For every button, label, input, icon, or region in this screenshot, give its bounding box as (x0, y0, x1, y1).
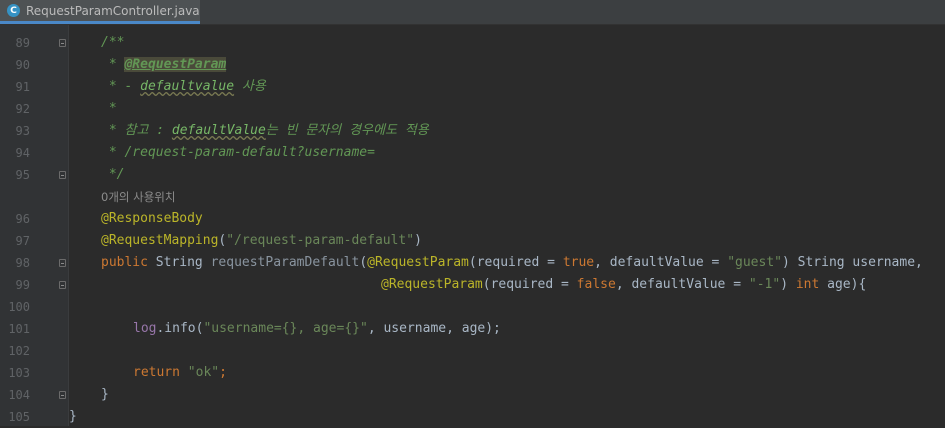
code-line-89[interactable]: /** (101, 32, 124, 54)
tab-label: RequestParamController.java (26, 3, 200, 18)
code-line-90[interactable]: * @RequestParam (101, 54, 227, 76)
code-line-96[interactable]: @ResponseBody (101, 208, 203, 230)
code-line-99[interactable]: @RequestParam(required = false, defaultV… (381, 274, 866, 296)
line-number: 98 (15, 256, 30, 270)
code-line-98[interactable]: public String requestParamDefault(@Reque… (101, 252, 923, 274)
fold-marker-icon[interactable] (59, 259, 66, 267)
tab-request-param-controller[interactable]: C RequestParamController.java (0, 0, 200, 24)
line-number: 99 (15, 278, 30, 292)
line-number: 105 (8, 410, 30, 424)
fold-marker-icon[interactable] (59, 39, 66, 47)
line-number: 90 (15, 58, 30, 72)
code-line-93[interactable]: * 참고 : defaultValue는 빈 문자의 경우에도 적용 (101, 120, 429, 142)
line-number: 97 (15, 234, 30, 248)
code-line-91[interactable]: * - defaultvalue 사용 (101, 76, 266, 98)
code-line-101[interactable]: log.info("username={}, age={}", username… (133, 318, 501, 340)
class-icon: C (7, 4, 20, 17)
line-number: 95 (15, 168, 30, 182)
code-line-104[interactable]: } (101, 384, 109, 406)
code-line-95[interactable]: */ (101, 164, 125, 186)
line-number: 94 (15, 146, 30, 160)
code-line-105[interactable]: } (69, 406, 77, 428)
line-number: 100 (8, 300, 30, 314)
line-number: 103 (8, 366, 30, 380)
line-number: 93 (15, 124, 30, 138)
code-line-94[interactable]: * /request-param-default?username= (101, 142, 375, 164)
line-number: 92 (15, 102, 30, 116)
fold-marker-icon[interactable] (59, 281, 66, 289)
code-line-103[interactable]: return "ok"; (133, 362, 227, 384)
fold-marker-icon[interactable] (59, 391, 66, 399)
gutter-separator (68, 25, 69, 426)
javadoc-tag: @RequestParam (124, 57, 227, 72)
usage-count-hint[interactable]: 0개의 사용위치 (101, 186, 175, 208)
line-number: 102 (8, 344, 30, 358)
line-number: 89 (15, 36, 30, 50)
fold-marker-icon[interactable] (59, 171, 66, 179)
code-line-92[interactable]: * (101, 98, 117, 120)
line-number: 96 (15, 212, 30, 226)
code-line-97[interactable]: @RequestMapping("/request-param-default"… (101, 230, 422, 252)
editor-tab-bar: C RequestParamController.java (0, 0, 945, 25)
line-number: 104 (8, 388, 30, 402)
line-number: 91 (15, 80, 30, 94)
line-number: 101 (8, 322, 30, 336)
